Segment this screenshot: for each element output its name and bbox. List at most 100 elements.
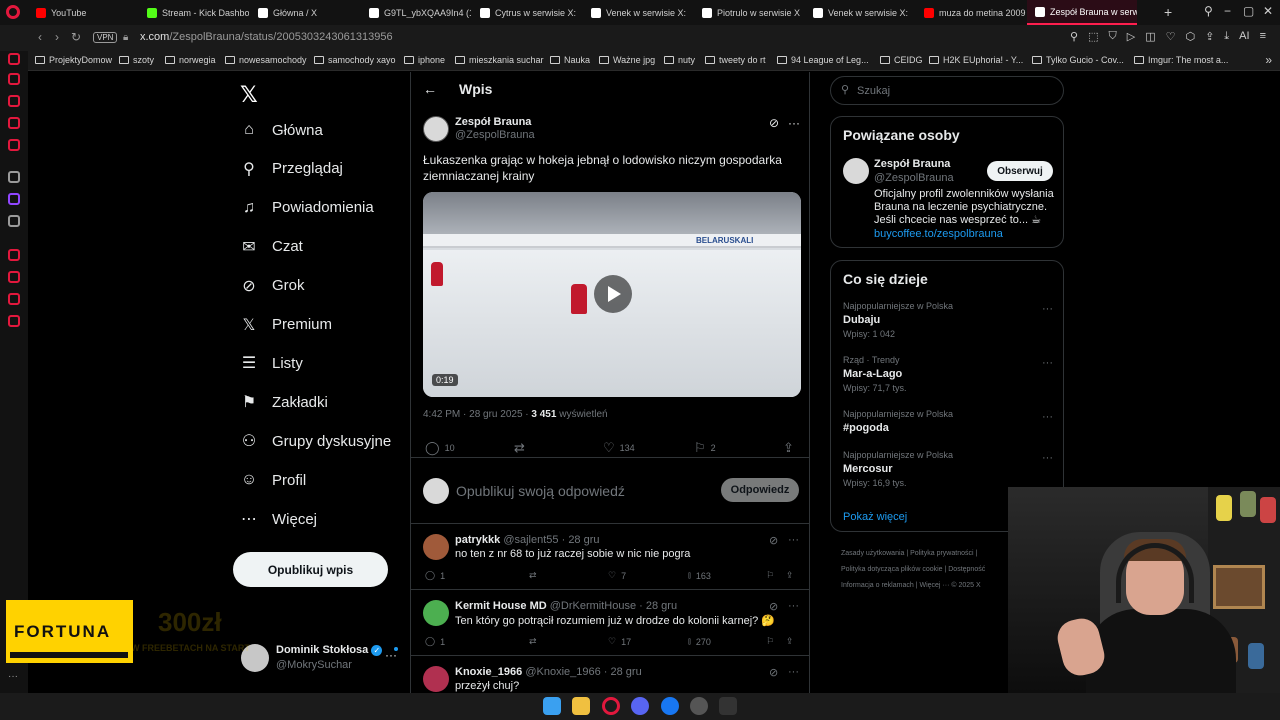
bookmark-item[interactable]: mieszkania suchar — [455, 55, 544, 65]
avatar[interactable] — [423, 534, 449, 560]
bookmark-item[interactable]: szoty — [119, 55, 154, 65]
reply-action[interactable]: ◯ 10 — [425, 440, 455, 456]
reply-date[interactable]: 28 gru — [568, 534, 599, 546]
bookmark-action[interactable]: ⚐ — [766, 636, 774, 647]
nav-item-9[interactable]: ☺ Profil — [240, 465, 306, 495]
bookmark-action[interactable]: ⚐ 2 — [694, 440, 716, 456]
bookmarks-more-icon[interactable]: » — [1265, 53, 1272, 67]
browser-tab[interactable]: Venek w serwisie X: — [805, 0, 915, 25]
share-action[interactable]: ⇪ — [783, 440, 794, 456]
more-icon[interactable]: ··· — [1042, 452, 1053, 464]
more-icon[interactable]: ··· — [788, 600, 799, 612]
avatar[interactable] — [423, 666, 449, 692]
grok-explain-icon[interactable]: ⊘ — [769, 600, 778, 613]
reply-item[interactable]: patrykkk @sajlent55 · 28 gru no ten z nr … — [411, 524, 809, 590]
bookmark-item[interactable]: nuty — [664, 55, 695, 65]
x-logo-icon[interactable]: 𝕏 — [240, 82, 258, 108]
nav-item-5[interactable]: 𝕏 Premium — [240, 310, 332, 340]
bookmark-item[interactable]: norwegia — [165, 55, 216, 65]
sidebar-x-icon[interactable] — [8, 215, 20, 227]
share-action[interactable]: ⇪ — [786, 570, 794, 581]
tab-search-icon[interactable]: ⚲ — [1204, 4, 1213, 18]
nav-item-0[interactable]: ⌂ Główna — [240, 115, 323, 145]
minimize-icon[interactable]: − — [1224, 4, 1231, 18]
more-icon[interactable]: ··· — [385, 648, 397, 662]
like-action[interactable]: ♡ 134 — [603, 440, 635, 456]
windows-start-icon[interactable] — [543, 697, 561, 715]
more-icon[interactable]: ··· — [788, 534, 799, 546]
play-button[interactable] — [594, 275, 632, 313]
trend-item[interactable]: Najpopularniejsze w Polska Mercosur Wpisy:… — [843, 450, 1053, 488]
browser-tab[interactable]: Venek w serwisie X: — [583, 0, 693, 25]
facebook-icon[interactable] — [661, 697, 679, 715]
grok-explain-icon[interactable]: ⊘ — [769, 116, 779, 130]
opera-logo-icon[interactable] — [6, 5, 20, 19]
opera-taskbar-icon[interactable] — [602, 697, 620, 715]
related-handle[interactable]: @ZespolBrauna — [874, 172, 954, 184]
bookmark-item[interactable]: Imgur: The most a... — [1134, 55, 1228, 65]
reload-icon[interactable]: ↻ — [71, 30, 81, 44]
sidebar-history-icon[interactable] — [8, 73, 20, 85]
snapshot-icon[interactable]: ⬚ — [1088, 30, 1098, 43]
trend-item[interactable]: Najpopularniejsze w Polska Dubaju Wpisy: 1… — [843, 301, 1053, 339]
sidebar-chatgpt-icon[interactable] — [8, 171, 20, 183]
browser-tab[interactable]: Cytrus w serwisie X: — [472, 0, 582, 25]
bookmark-item[interactable]: CEIDG — [880, 55, 923, 65]
browser-tab[interactable]: Stream - Kick Dashbo — [139, 0, 249, 25]
related-link[interactable]: buycoffee.to/zespolbrauna — [874, 228, 1003, 240]
more-icon[interactable]: ··· — [788, 666, 799, 678]
bookmark-item[interactable]: Tylko Gucio - Cov... — [1032, 55, 1124, 65]
back-arrow-icon[interactable]: ← — [423, 81, 437, 97]
like-action[interactable]: ♡ 7 — [608, 570, 626, 581]
sidebar-clock-icon[interactable] — [8, 271, 20, 283]
download-icon[interactable]: ⤓ — [1224, 30, 1229, 43]
reply-date[interactable]: 28 gru — [611, 666, 642, 678]
site-info-icon[interactable]: 🔒︎ — [123, 32, 128, 43]
trend-item[interactable]: Najpopularniejsze w Polska #pogoda ··· — [843, 409, 1053, 434]
file-explorer-icon[interactable] — [572, 697, 590, 715]
avatar[interactable] — [423, 600, 449, 626]
browser-tab[interactable]: Główna / X — [250, 0, 360, 25]
share-action[interactable]: ⇪ — [786, 636, 794, 647]
author-name[interactable]: Zespół Brauna — [455, 116, 531, 128]
more-icon[interactable]: ··· — [1042, 411, 1053, 423]
nav-item-4[interactable]: ⊘ Grok — [240, 271, 304, 301]
sidebar-extensions-icon[interactable] — [8, 293, 20, 305]
reply-author-handle[interactable]: @sajlent55 — [503, 534, 558, 546]
menu-icon[interactable]: ≡ — [1260, 30, 1266, 43]
shield-icon[interactable]: ⛉ — [1108, 30, 1116, 43]
browser-tab[interactable]: Piotrulo w serwisie X — [694, 0, 804, 25]
maximize-icon[interactable]: ▢ — [1243, 4, 1254, 18]
bookmark-item[interactable]: H2K EUphoria! - Y... — [929, 55, 1023, 65]
aria-ai-icon[interactable]: AI — [1239, 30, 1249, 43]
reply-author-name[interactable]: patrykkk — [455, 534, 500, 546]
close-window-icon[interactable]: ✕ — [1263, 4, 1273, 18]
reply-input[interactable]: Opublikuj swoją odpowiedź — [456, 483, 625, 499]
heart-icon[interactable]: ♡ — [1166, 30, 1176, 43]
browser-tab[interactable]: YouTube — [28, 0, 138, 25]
nav-item-8[interactable]: ⚇ Grupy dyskusyjne — [240, 426, 391, 456]
browser-tab[interactable]: muza do metina 2009 — [916, 0, 1026, 25]
bookmark-item[interactable]: 94 League of Leg... — [777, 55, 869, 65]
reply-author-name[interactable]: Kermit House MD — [455, 600, 547, 612]
sidebar-more-icon[interactable]: ··· — [8, 671, 20, 683]
follow-button[interactable]: Obserwuj — [987, 161, 1053, 181]
grok-explain-icon[interactable]: ⊘ — [769, 666, 778, 679]
nav-item-6[interactable]: ☰ Listy — [240, 348, 303, 378]
views-action[interactable]: ⫾ 163 — [688, 570, 711, 581]
share-icon[interactable]: ⇪ — [1205, 30, 1214, 43]
sidebar-twitch-icon[interactable] — [8, 193, 20, 205]
nav-item-2[interactable]: ♫ Powiadomienia — [240, 193, 374, 223]
views-action[interactable]: ⫾ 270 — [688, 636, 711, 647]
vpn-badge[interactable]: VPN — [93, 32, 118, 43]
avatar[interactable] — [843, 158, 869, 184]
sidebar-player-icon[interactable] — [8, 249, 20, 261]
reply-item[interactable]: Kermit House MD @DrKermitHouse · 28 gru T… — [411, 590, 809, 656]
browser-tab[interactable]: G9TL_ybXQAA9In4 (1 — [361, 0, 471, 25]
sidebar-tv-icon[interactable] — [8, 117, 20, 129]
account-switcher[interactable]: Dominik Stokłosa ✓ @MokrySuchar ··· — [241, 642, 411, 676]
forward-icon[interactable]: › — [55, 30, 59, 44]
show-more-link[interactable]: Pokaż więcej — [843, 511, 907, 523]
bookmark-item[interactable]: tweety do rt — [705, 55, 766, 65]
trend-item[interactable]: Rząd · Trendy Mar-a-Lago Wpisy: 71,7 tys. ·… — [843, 355, 1053, 393]
